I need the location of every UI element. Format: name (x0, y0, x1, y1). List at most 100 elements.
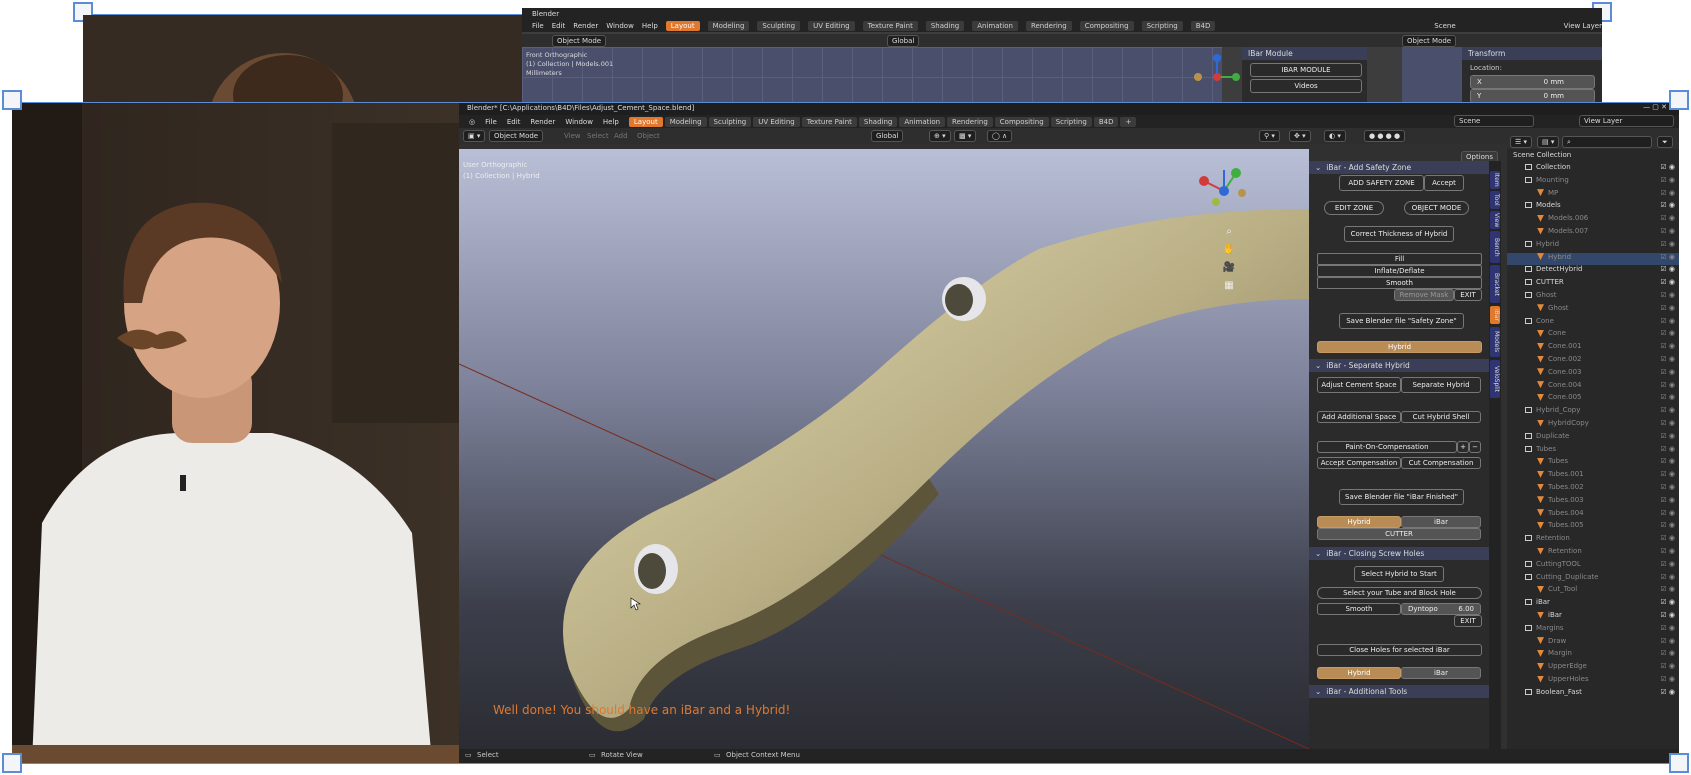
outliner-row[interactable]: Models.006 ☑ ◉ (1507, 214, 1679, 226)
menu-edit[interactable]: Edit (507, 118, 521, 126)
outliner-row[interactable]: Ghost ☑ ◉ (1507, 291, 1679, 303)
visibility-toggle-icon[interactable]: ☑ ◉ (1660, 573, 1675, 581)
outliner-row[interactable]: Retention ☑ ◉ (1507, 547, 1679, 559)
back-videos-button[interactable]: Videos (1250, 79, 1362, 93)
safety-zone-header[interactable]: ⌄ iBar - Add Safety Zone (1309, 161, 1489, 174)
outliner-row[interactable]: Ghost ☑ ◉ (1507, 304, 1679, 316)
visibility-toggle-icon[interactable]: ☑ ◉ (1660, 585, 1675, 593)
visibility-toggle-icon[interactable]: ☑ ◉ (1660, 189, 1675, 197)
visibility-toggle-icon[interactable]: ☑ ◉ (1660, 611, 1675, 619)
save-safety-zone-button[interactable]: Save Blender file "Safety Zone" (1339, 313, 1464, 329)
back-view-layer[interactable]: View Layer (1564, 22, 1602, 30)
navigation-gizmo[interactable] (1194, 161, 1254, 221)
menu-render[interactable]: Render (530, 118, 555, 126)
header-menu-add[interactable]: Add (614, 132, 628, 140)
select-hybrid-to-start-button[interactable]: Select Hybrid to Start (1354, 566, 1444, 582)
visibility-toggle-icon[interactable]: ☑ ◉ (1660, 381, 1675, 389)
object-mode-button[interactable]: OBJECT MODE (1404, 201, 1469, 215)
save-ibar-finished-button[interactable]: Save Blender file "iBar Finished" (1339, 489, 1464, 505)
view-layer-selector[interactable]: View Layer (1579, 115, 1674, 127)
fill-button[interactable]: Fill (1317, 253, 1482, 265)
visibility-toggle-icon[interactable]: ☑ ◉ (1660, 329, 1675, 337)
visibility-toggle-icon[interactable]: ☑ ◉ (1660, 342, 1675, 350)
visibility-toggle-icon[interactable]: ☑ ◉ (1660, 406, 1675, 414)
outliner-row[interactable]: Tubes.004 ☑ ◉ (1507, 509, 1679, 521)
tab-rendering[interactable]: Rendering (947, 116, 993, 127)
adjust-cement-space-button[interactable]: Adjust Cement Space (1317, 377, 1401, 393)
visibility-toggle-icon[interactable]: ☑ ◉ (1660, 534, 1675, 542)
visibility-toggle-icon[interactable]: ☑ ◉ (1660, 483, 1675, 491)
visibility-toggle-icon[interactable]: ☑ ◉ (1660, 227, 1675, 235)
visibility-toggle-icon[interactable]: ☑ ◉ (1660, 432, 1675, 440)
back-mode-dropdown[interactable]: Object Mode (552, 35, 607, 47)
gizmo-z-axis[interactable] (1219, 186, 1229, 196)
visibility-toggle-icon[interactable]: ☑ ◉ (1660, 265, 1675, 273)
back-tab-sculpting[interactable]: Sculpting (757, 21, 801, 31)
resize-handle[interactable] (1669, 90, 1689, 110)
back-orientation-dropdown[interactable]: Global (887, 35, 920, 47)
outliner-row[interactable]: UpperHoles ☑ ◉ (1507, 675, 1679, 687)
scene-selector[interactable]: Scene (1454, 115, 1534, 127)
tab-compositing[interactable]: Compositing (994, 116, 1049, 127)
visibility-toggle-icon[interactable]: ☑ ◉ (1660, 662, 1675, 670)
tab-sculpting[interactable]: Sculpting (708, 116, 752, 127)
resize-handle[interactable] (2, 90, 22, 110)
plus-button[interactable]: + (1457, 441, 1469, 453)
outliner-row[interactable]: UpperEdge ☑ ◉ (1507, 662, 1679, 674)
ibar-toggle-2[interactable]: iBar (1401, 667, 1481, 679)
outliner-row[interactable]: Boolean_Fast ☑ ◉ (1507, 688, 1679, 700)
back-menu-edit[interactable]: Edit (552, 22, 566, 30)
visibility-toggle-icon[interactable]: ☑ ◉ (1660, 304, 1675, 312)
back-tab-uv[interactable]: UV Editing (808, 21, 855, 31)
back-tab-layout[interactable]: Layout (665, 21, 700, 31)
header-menu-object[interactable]: Object (637, 132, 660, 140)
cutter-visibility-toggle[interactable]: CUTTER (1317, 528, 1481, 540)
smooth-button[interactable]: Smooth (1317, 277, 1482, 289)
outliner-row[interactable]: Tubes ☑ ◉ (1507, 445, 1679, 457)
back-tab-scripting[interactable]: Scripting (1141, 21, 1183, 31)
accept-button[interactable]: Accept (1424, 175, 1464, 191)
visibility-toggle-icon[interactable]: ☑ ◉ (1660, 176, 1675, 184)
smooth-brush-button[interactable]: Smooth (1317, 603, 1401, 615)
outliner-row[interactable]: iBar ☑ ◉ (1507, 598, 1679, 610)
outliner-row[interactable]: DetectHybrid ☑ ◉ (1507, 265, 1679, 277)
sidebar-tab-item[interactable]: Item (1490, 171, 1500, 189)
visibility-toggle-icon[interactable]: ☑ ◉ (1660, 547, 1675, 555)
camera-icon[interactable]: 🎥 (1221, 259, 1237, 277)
outliner-row[interactable]: Mounting ☑ ◉ (1507, 176, 1679, 188)
outliner-editor-button[interactable]: ☰ ▾ (1510, 136, 1533, 148)
edit-zone-button[interactable]: EDIT ZONE (1324, 201, 1384, 215)
header-menu-view[interactable]: View (564, 132, 581, 140)
visibility-toggle-icon[interactable]: ☑ ◉ (1660, 163, 1675, 171)
outliner-display-mode[interactable]: ▤ ▾ (1537, 136, 1560, 148)
window-controls[interactable]: — ▢ ✕ (1643, 103, 1667, 111)
hybrid-visibility-toggle[interactable]: Hybrid (1317, 516, 1401, 528)
back-x-field[interactable]: X 0 mm (1470, 75, 1595, 89)
back-tab-rendering[interactable]: Rendering (1025, 21, 1072, 31)
filter-icon[interactable]: ⏷ (1657, 136, 1673, 148)
visibility-toggle-icon[interactable]: ☑ ◉ (1660, 214, 1675, 222)
back-viewport[interactable]: Front Orthographic (1) Collection | Mode… (522, 47, 1240, 103)
outliner-row[interactable]: Tubes.002 ☑ ◉ (1507, 483, 1679, 495)
orientation-dropdown[interactable]: Global (871, 130, 904, 142)
back-menu-help[interactable]: Help (642, 22, 658, 30)
visibility-toggle-icon[interactable]: ☑ ◉ (1660, 637, 1675, 645)
visibility-toggle-icon[interactable]: ☑ ◉ (1660, 496, 1675, 504)
visibility-toggle-icon[interactable]: ☑ ◉ (1660, 598, 1675, 606)
accept-compensation-button[interactable]: Accept Compensation (1317, 457, 1401, 469)
correct-thickness-button[interactable]: Correct Thickness of Hybrid (1344, 226, 1454, 242)
gizmo-y-axis[interactable] (1231, 168, 1241, 178)
select-tube-button[interactable]: Select your Tube and Block Hole (1317, 587, 1482, 599)
outliner-row[interactable]: Tubes.005 ☑ ◉ (1507, 521, 1679, 533)
visibility-toggle-icon[interactable]: ☑ ◉ (1660, 560, 1675, 568)
outliner-row[interactable]: Cone.005 ☑ ◉ (1507, 393, 1679, 405)
visibility-toggle-icon[interactable]: ☑ ◉ (1660, 457, 1675, 465)
hybrid-toggle[interactable]: Hybrid (1317, 341, 1482, 353)
blender-logo-icon[interactable]: ◎ (469, 118, 475, 126)
ibar-visibility-toggle[interactable]: iBar (1401, 516, 1481, 528)
tab-texture-paint[interactable]: Texture Paint (801, 116, 857, 127)
back-ibar-module-title[interactable]: IBar Module (1242, 47, 1367, 60)
visibility-toggle-icon[interactable]: ☑ ◉ (1660, 445, 1675, 453)
header-menu-select[interactable]: Select (587, 132, 609, 140)
visibility-toggle-icon[interactable]: ☑ ◉ (1660, 521, 1675, 529)
